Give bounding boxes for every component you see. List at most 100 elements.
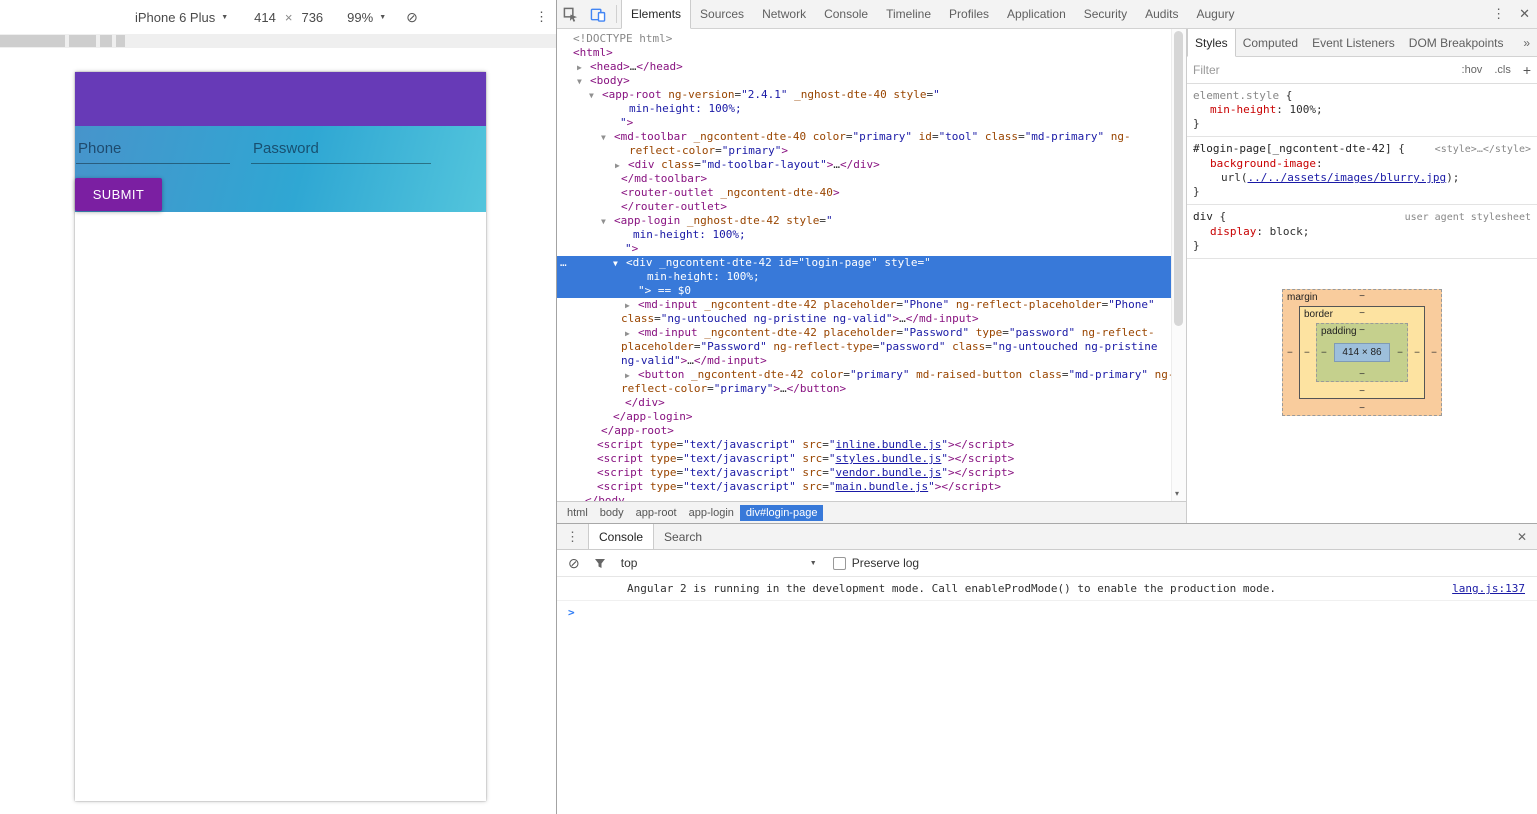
tab-console-drawer[interactable]: Console [588, 524, 655, 549]
resource-link[interactable]: vendor.bundle.js [835, 466, 941, 479]
class-toggle[interactable]: .cls [1494, 64, 1511, 76]
viewport-width-field[interactable]: 414 [254, 10, 276, 25]
disclosure-triangle[interactable]: ▼ [613, 257, 626, 271]
resource-link[interactable]: main.bundle.js [835, 480, 928, 493]
device-toggle-icon[interactable] [584, 0, 612, 28]
breadcrumb-item-app-login[interactable]: app-login [683, 505, 740, 521]
margin-top-value[interactable]: − [1359, 291, 1365, 302]
devtools-menu-icon[interactable]: ⋮ [1485, 0, 1512, 28]
dom-tree-line[interactable]: <script type="text/javascript" src="vend… [557, 466, 1186, 480]
border-left-value[interactable]: − [1304, 347, 1310, 358]
margin-left-value[interactable]: − [1287, 347, 1293, 358]
tab-elements[interactable]: Elements [621, 0, 692, 29]
dom-tree-line[interactable]: <html> [557, 46, 1186, 60]
style-rule-login-page[interactable]: #login-page[_ngcontent-dte-42] { <style>… [1187, 137, 1537, 205]
dom-tree-line[interactable]: min-height: 100%; [557, 270, 1186, 284]
dom-tree-line[interactable]: </app-root> [557, 424, 1186, 438]
tab-dom-breakpoints[interactable]: DOM Breakpoints [1402, 29, 1511, 56]
tab-overflow-icon[interactable]: » [1516, 29, 1537, 56]
dom-tree-line[interactable]: "> [557, 242, 1186, 256]
filter-funnel-icon[interactable] [594, 558, 606, 569]
execution-context-select[interactable]: top ▼ [621, 556, 817, 570]
box-model-content[interactable]: 414 × 86 [1334, 343, 1390, 362]
new-style-rule-icon[interactable]: + [1523, 62, 1531, 78]
media-query-chip[interactable] [0, 35, 65, 47]
dom-tree-line[interactable]: </router-outlet> [557, 200, 1186, 214]
breadcrumb-item-login-page[interactable]: div#login-page [739, 504, 824, 521]
css-property[interactable]: display [1210, 225, 1256, 238]
disclosure-triangle[interactable]: ▼ [589, 89, 602, 103]
dom-tree-line[interactable]: ▶ <md-input _ngcontent-dte-42 placeholder… [557, 298, 1186, 312]
tab-event-listeners[interactable]: Event Listeners [1305, 29, 1402, 56]
dom-tree-line[interactable]: class="ng-untouched ng-pristine ng-valid… [557, 312, 1186, 326]
dom-tree-line[interactable]: "> [557, 116, 1186, 130]
console-source-link[interactable]: lang.js:137 [1452, 582, 1525, 595]
dom-tree-line[interactable]: ▼ <app-root ng-version="2.4.1" _nghost-dt… [557, 88, 1186, 102]
dom-tree-line[interactable]: <!DOCTYPE html> [557, 32, 1186, 46]
disclosure-triangle[interactable]: ▶ [625, 299, 638, 313]
dom-tree-line[interactable]: </md-toolbar> [557, 172, 1186, 186]
margin-right-value[interactable]: − [1431, 347, 1437, 358]
disclosure-triangle[interactable]: ▼ [601, 131, 614, 145]
css-property[interactable]: background-image [1210, 157, 1316, 170]
dom-tree-line[interactable]: ▼ <app-login _nghost-dte-42 style=" [557, 214, 1186, 228]
dom-tree-line[interactable]: <script type="text/javascript" src="main… [557, 480, 1186, 494]
preserve-log-checkbox[interactable] [832, 556, 846, 570]
tab-audits[interactable]: Audits [1136, 0, 1187, 28]
tab-network[interactable]: Network [753, 0, 815, 28]
viewport-height-field[interactable]: 736 [301, 10, 323, 25]
disclosure-triangle[interactable]: ▶ [615, 159, 628, 173]
zoom-select[interactable]: 99% ▼ [347, 10, 386, 25]
tab-augury[interactable]: Augury [1187, 0, 1243, 28]
css-property[interactable]: min-height [1210, 103, 1276, 116]
tab-profiles[interactable]: Profiles [940, 0, 998, 28]
dom-tree-line[interactable]: min-height: 100%; [557, 228, 1186, 242]
breadcrumb-item-html[interactable]: html [561, 505, 594, 521]
style-rule-div[interactable]: div { user agent stylesheet display: blo… [1187, 205, 1537, 259]
css-value[interactable]: 100% [1289, 103, 1316, 116]
tab-search-drawer[interactable]: Search [654, 524, 712, 549]
console-prompt[interactable]: > [557, 601, 1537, 623]
breadcrumb-item-app-root[interactable]: app-root [630, 505, 683, 521]
tab-styles[interactable]: Styles [1187, 29, 1236, 57]
disclosure-triangle[interactable]: ▶ [625, 327, 638, 341]
password-input[interactable]: Password [251, 140, 431, 164]
scroll-down-icon[interactable]: ▾ [1175, 489, 1179, 498]
disclosure-triangle[interactable]: ▼ [577, 75, 590, 89]
dom-tree-line[interactable]: </app-login> [557, 410, 1186, 424]
dom-tree-line[interactable]: placeholder="Password" ng-reflect-type="… [557, 340, 1186, 354]
box-model-margin[interactable]: margin − − − − border − − − − padding − … [1282, 289, 1442, 416]
inspect-icon[interactable] [557, 0, 584, 28]
dom-tree-line[interactable]: ▶ <head>…</head> [557, 60, 1186, 74]
dom-tree-line[interactable]: <router-outlet _ngcontent-dte-40> [557, 186, 1186, 200]
tab-timeline[interactable]: Timeline [877, 0, 940, 28]
box-model-padding[interactable]: padding − − − − 414 × 86 [1316, 323, 1408, 382]
dom-tree-line[interactable]: reflect-color="primary">…</button> [557, 382, 1186, 396]
dom-tree-line[interactable]: ▼ <body> [557, 74, 1186, 88]
media-query-chip[interactable] [116, 35, 125, 47]
rotate-icon[interactable]: ⊘ [406, 9, 418, 26]
disclosure-triangle[interactable]: ▼ [601, 215, 614, 229]
submit-button[interactable]: SUBMIT [75, 178, 162, 211]
dom-tree-line[interactable]: <script type="text/javascript" src="inli… [557, 438, 1186, 452]
dom-tree-line[interactable]: reflect-color="primary"> [557, 144, 1186, 158]
dom-tree-line[interactable]: ▼ <md-toolbar _ngcontent-dte-40 color = "pr… [557, 130, 1186, 144]
margin-bottom-value[interactable]: − [1359, 403, 1365, 414]
scrollbar[interactable]: ▾ [1171, 29, 1186, 501]
dom-tree-line[interactable]: ng-valid">…</md-input> [557, 354, 1186, 368]
disclosure-triangle[interactable]: ▶ [577, 61, 590, 75]
border-bottom-value[interactable]: − [1359, 386, 1365, 397]
resource-link[interactable]: inline.bundle.js [835, 438, 941, 451]
dom-tree-line[interactable]: <script type="text/javascript" src="styl… [557, 452, 1186, 466]
breadcrumb-item-body[interactable]: body [594, 505, 630, 521]
style-rule-element[interactable]: element.style { min-height: 100%; } [1187, 84, 1537, 137]
dom-tree-line[interactable]: ▶ <button _ngcontent-dte-42 color="primar… [557, 368, 1186, 382]
tab-computed[interactable]: Computed [1236, 29, 1305, 56]
box-model-border[interactable]: border − − − − padding − − − − 414 × 86 [1299, 306, 1425, 399]
padding-bottom-value[interactable]: − [1359, 369, 1365, 380]
node-options-icon[interactable]: … [560, 256, 568, 270]
dom-tree-line[interactable]: </div> [557, 396, 1186, 410]
media-query-chip[interactable] [69, 35, 96, 47]
dom-tree-line[interactable]: … ▼ <div _ngcontent-dte-42 id="login-page"… [557, 256, 1186, 270]
border-top-value[interactable]: − [1359, 308, 1365, 319]
